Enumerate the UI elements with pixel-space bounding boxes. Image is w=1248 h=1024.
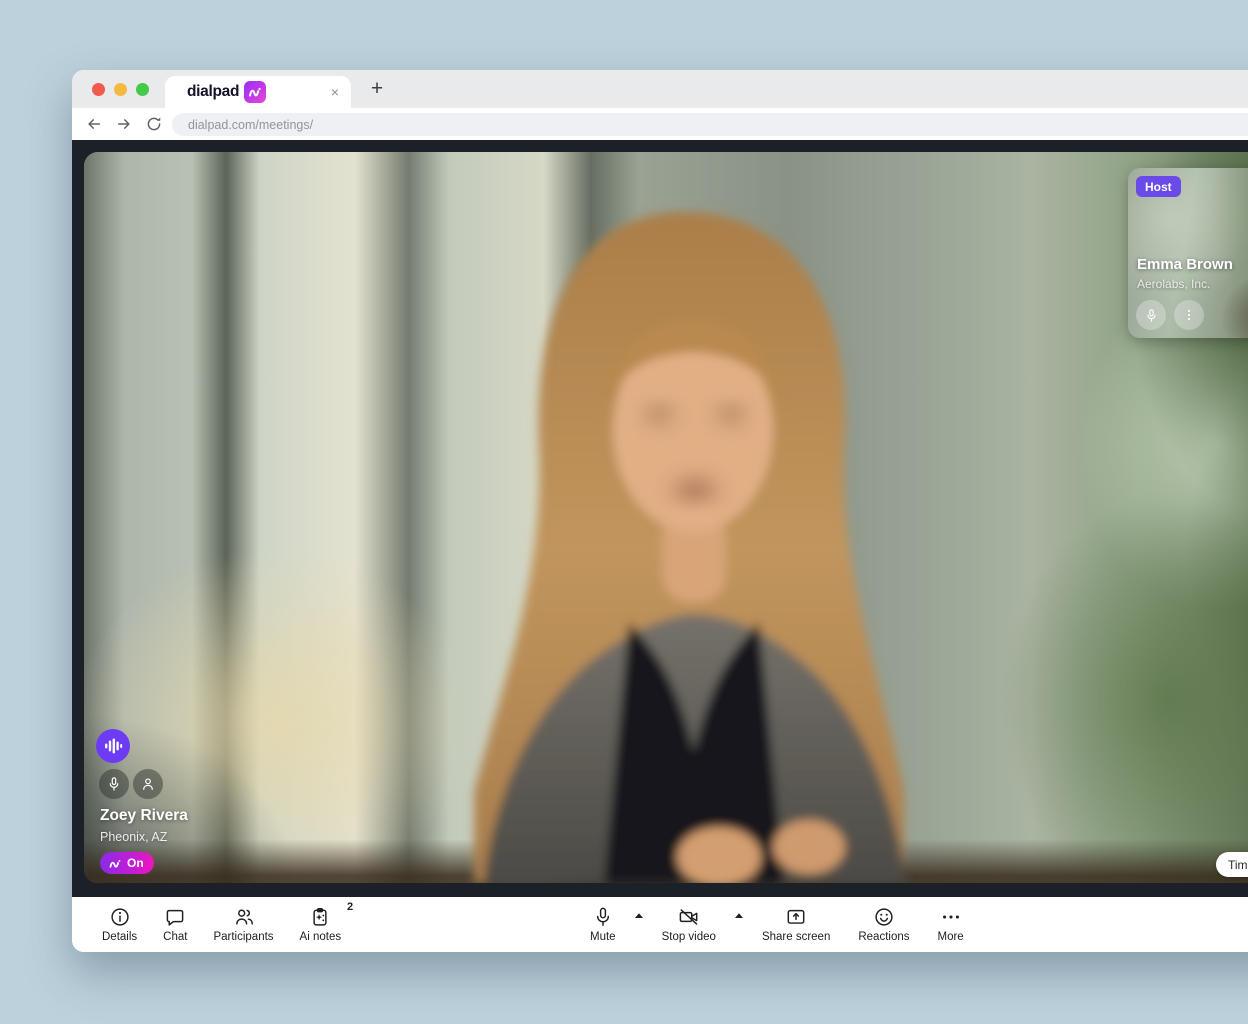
toolbar-center-group: Mute Stop video Share screen Reactions: [580, 897, 974, 952]
host-company: Aerolabs, Inc.: [1137, 277, 1210, 291]
tab-dialpad[interactable]: dialpad ×: [165, 76, 351, 108]
maximize-window-button[interactable]: [136, 83, 149, 96]
browser-window: dialpad × + dialpad.com/meetings/: [72, 70, 1248, 952]
speaker-profile-button[interactable]: [133, 769, 163, 799]
kebab-menu-icon: [1182, 308, 1196, 322]
reload-icon[interactable]: [145, 115, 163, 133]
tab-close-icon[interactable]: ×: [331, 85, 339, 99]
speaker-mic-button[interactable]: [99, 769, 129, 799]
participants-icon: [233, 906, 255, 928]
toolbar-left-group: Details Chat Participants 2 Ai notes: [92, 897, 351, 952]
stop-video-button[interactable]: Stop video: [652, 902, 726, 947]
browser-tab-strip: dialpad × +: [72, 70, 1248, 108]
back-icon[interactable]: [85, 115, 103, 133]
host-video-tile[interactable]: Host Emma Brown Aerolabs, Inc.: [1128, 168, 1248, 338]
share-screen-button[interactable]: Share screen: [752, 902, 840, 947]
mic-icon: [592, 906, 614, 928]
close-window-button[interactable]: [92, 83, 105, 96]
main-video-tile: Zoey Rivera Pheonix, AZ On Host Emma Bro…: [84, 152, 1248, 883]
dialpad-wordmark: dialpad: [187, 83, 239, 101]
browser-toolbar: dialpad.com/meetings/: [72, 108, 1248, 140]
equalizer-icon: [103, 736, 123, 756]
chat-icon: [164, 906, 186, 928]
ai-notes-button[interactable]: 2 Ai notes: [290, 902, 352, 947]
meeting-toolbar: Details Chat Participants 2 Ai notes Mut…: [72, 897, 1248, 952]
caret-up-icon: [634, 912, 644, 919]
speaker-video: [244, 152, 1144, 883]
timer-label: Timer: [1228, 858, 1248, 872]
ai-notes-count-badge: 2: [347, 901, 353, 913]
forward-icon[interactable]: [115, 115, 133, 133]
participants-button[interactable]: Participants: [203, 902, 283, 947]
mute-button[interactable]: Mute: [580, 902, 626, 947]
ai-notes-icon: [309, 906, 331, 928]
dialpad-logo: dialpad: [187, 81, 266, 103]
caret-up-icon: [734, 912, 744, 919]
info-icon: [109, 906, 131, 928]
more-dots-icon: [940, 906, 962, 928]
ai-on-badge[interactable]: On: [100, 852, 154, 874]
address-bar[interactable]: dialpad.com/meetings/: [172, 113, 1248, 136]
meeting-stage: Zoey Rivera Pheonix, AZ On Host Emma Bro…: [72, 140, 1248, 897]
mic-icon: [106, 776, 122, 792]
dialpad-ai-wave-icon: [108, 856, 123, 871]
minimize-window-button[interactable]: [114, 83, 127, 96]
ai-on-label: On: [127, 856, 144, 870]
window-controls: [92, 83, 149, 96]
person-icon: [140, 776, 156, 792]
details-button[interactable]: Details: [92, 902, 147, 947]
speaker-location: Pheonix, AZ: [100, 830, 167, 844]
host-name: Emma Brown: [1137, 256, 1233, 273]
speaking-indicator[interactable]: [96, 729, 130, 763]
host-more-button[interactable]: [1174, 300, 1204, 330]
smiley-icon: [873, 906, 895, 928]
new-tab-button[interactable]: +: [362, 74, 392, 104]
url-text: dialpad.com/meetings/: [188, 118, 313, 132]
timer-pill[interactable]: Timer: [1216, 852, 1248, 877]
reactions-button[interactable]: Reactions: [848, 902, 919, 947]
video-options-caret[interactable]: [732, 903, 746, 933]
camera-off-icon: [678, 906, 700, 928]
host-badge: Host: [1136, 176, 1181, 197]
share-screen-icon: [785, 906, 807, 928]
mute-options-caret[interactable]: [632, 903, 646, 933]
chat-button[interactable]: Chat: [153, 902, 197, 947]
dialpad-ai-icon: [244, 81, 266, 103]
host-mic-button[interactable]: [1136, 300, 1166, 330]
more-button[interactable]: More: [927, 902, 973, 947]
mic-icon: [1144, 308, 1159, 323]
speaker-name: Zoey Rivera: [100, 807, 188, 825]
